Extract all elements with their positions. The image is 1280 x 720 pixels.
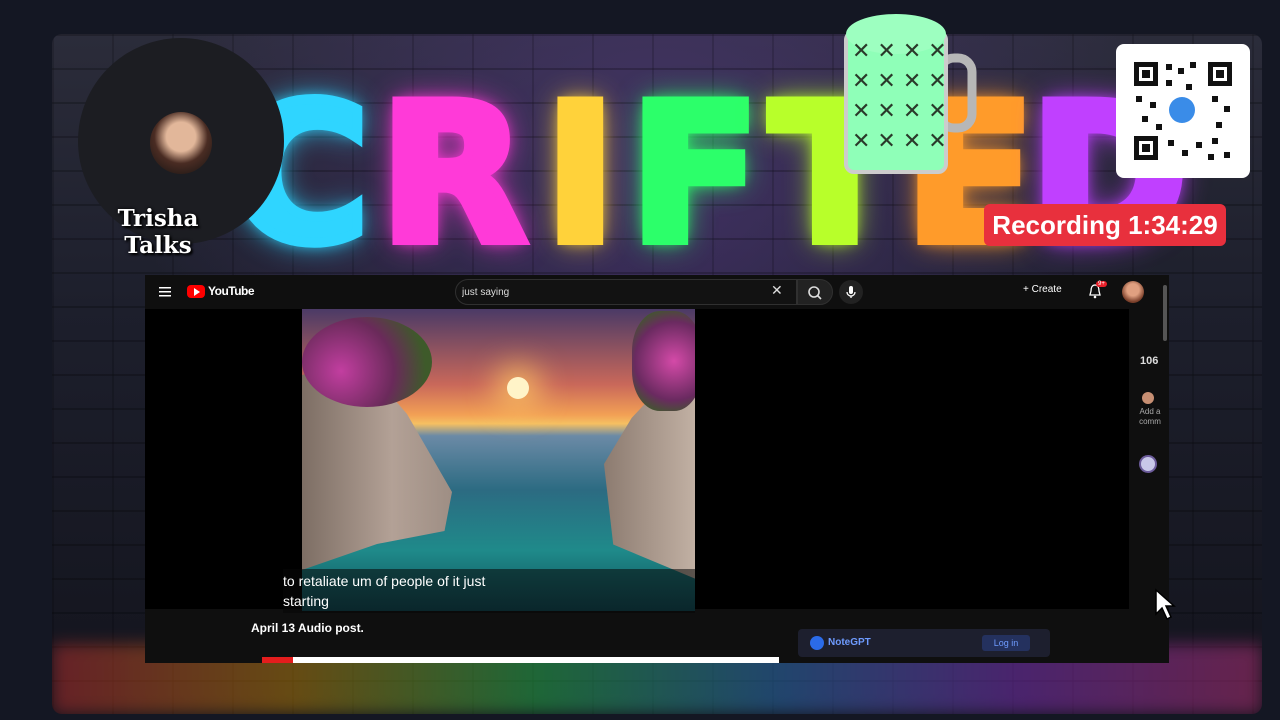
host-avatar (150, 112, 212, 174)
mic-icon (846, 286, 856, 298)
scrollbar[interactable] (1163, 285, 1167, 341)
qr-code (1116, 44, 1250, 178)
comment-avatar (1142, 392, 1154, 404)
video-frame[interactable] (302, 309, 695, 611)
notegpt-label: NoteGPT (828, 637, 871, 648)
video-caption: to retaliate um of people of it just sta… (283, 573, 486, 609)
youtube-logo-icon (187, 284, 205, 298)
video-title: April 13 Audio post. (251, 621, 364, 635)
clear-icon[interactable]: ✕ (771, 283, 783, 297)
sunset-sun (507, 377, 529, 399)
neon-letter: F (625, 64, 765, 285)
create-button[interactable]: + Create (1023, 284, 1062, 295)
notification-badge: 9+ (1096, 281, 1107, 287)
video-progress-bar[interactable] (262, 657, 779, 663)
svg-text:✕ ✕ ✕ ✕: ✕ ✕ ✕ ✕ (852, 69, 947, 94)
svg-text:✕ ✕ ✕ ✕: ✕ ✕ ✕ ✕ (852, 129, 947, 154)
video-player[interactable]: to retaliate um of people of it just sta… (145, 309, 1129, 613)
recording-timer: Recording 1:34:29 (984, 204, 1226, 246)
neon-letter: I (540, 64, 621, 285)
search-button[interactable] (797, 279, 833, 305)
notegpt-logo-icon (810, 636, 824, 650)
neon-letter: R (375, 64, 531, 285)
youtube-logo[interactable]: YouTube (187, 284, 255, 298)
host-name: Trisha Talks (117, 205, 199, 259)
user-avatar[interactable] (1122, 281, 1144, 303)
add-comment-input[interactable]: Add a comm (1137, 407, 1163, 427)
youtube-logo-text: YouTube (208, 284, 255, 298)
notegpt-toolbar: NoteGPT Log in (798, 629, 1050, 657)
mouse-cursor-icon (1154, 588, 1176, 627)
search-icon (808, 286, 822, 300)
youtube-top-bar: YouTube ✕ + Create 9+ (145, 275, 1169, 309)
search-input[interactable] (455, 279, 797, 305)
menu-icon[interactable] (159, 285, 171, 303)
svg-text:✕ ✕ ✕ ✕: ✕ ✕ ✕ ✕ (852, 99, 947, 124)
comment-count: 106 (1140, 355, 1159, 367)
svg-text:✕ ✕ ✕ ✕: ✕ ✕ ✕ ✕ (852, 39, 947, 64)
flowers-right (632, 311, 695, 411)
browser-window: YouTube ✕ + Create 9+ to retaliate um of… (145, 275, 1169, 663)
beer-mug: ✕ ✕ ✕ ✕ ✕ ✕ ✕ ✕ ✕ ✕ ✕ ✕ ✕ ✕ ✕ ✕ (840, 8, 980, 183)
mic-button[interactable] (839, 280, 863, 304)
channel-icon[interactable] (1139, 455, 1157, 473)
video-progress-fill (262, 657, 294, 663)
notegpt-login-button[interactable]: Log in (982, 635, 1030, 651)
flowers-left (302, 317, 432, 407)
